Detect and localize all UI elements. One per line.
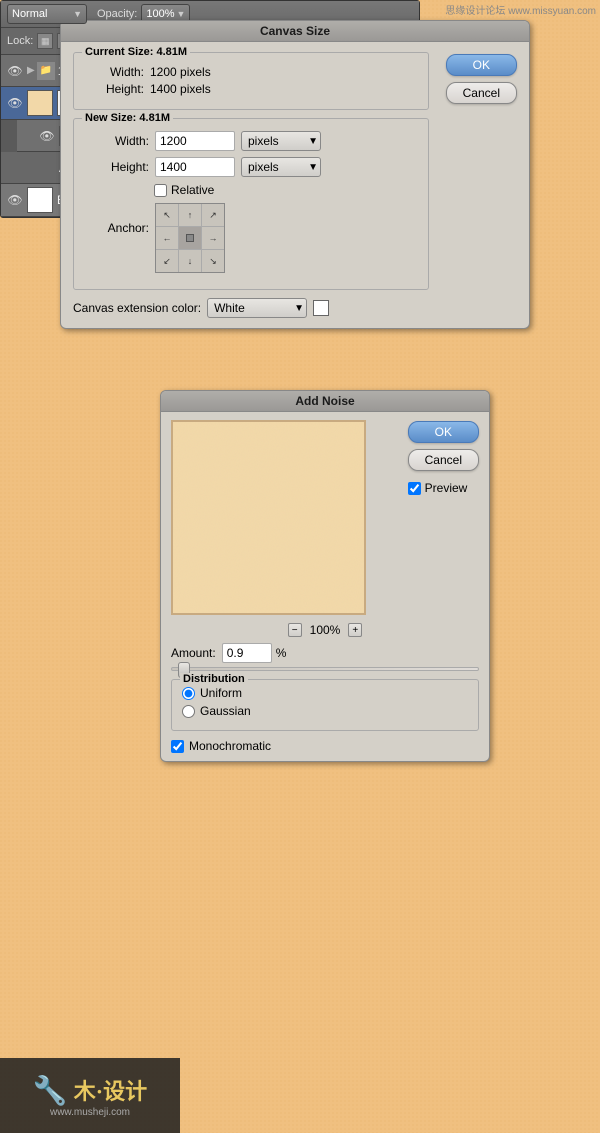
relative-checkbox[interactable] — [154, 184, 167, 197]
lock-transparent-icon[interactable]: ▦ — [37, 33, 53, 49]
anchor-container: Anchor: ↖ ↑ ↗ ← → ↙ ↓ ↘ — [84, 203, 418, 273]
noise-buttons: OK Cancel Preview — [408, 421, 479, 495]
extension-color-label: Canvas extension color: — [73, 301, 201, 315]
width-unit-select[interactable]: pixels ▼ — [241, 131, 321, 151]
logo-text-main: 木·设计 — [74, 1074, 147, 1106]
anchor-top-center[interactable]: ↑ — [179, 204, 201, 226]
layer-eye-background[interactable]: 👁 — [5, 93, 25, 113]
amount-row: Amount: % — [161, 643, 489, 663]
gaussian-label: Gaussian — [200, 704, 251, 718]
noise-preview-row: Preview — [408, 481, 479, 495]
layer-eye-smart-filters[interactable]: 👁 — [37, 126, 57, 146]
uniform-radio[interactable] — [182, 687, 195, 700]
canvas-ok-button[interactable]: OK — [446, 54, 517, 76]
blend-mode-arrow: ▼ — [73, 9, 82, 19]
noise-preview-checkbox[interactable] — [408, 482, 421, 495]
gaussian-row: Gaussian — [182, 704, 468, 718]
current-width-label: Width: — [84, 65, 144, 79]
zoom-bar: − 100% + — [161, 623, 489, 637]
noise-cancel-button[interactable]: Cancel — [408, 449, 479, 471]
zoom-percent: 100% — [310, 623, 341, 637]
canvas-size-title: Canvas Size — [61, 21, 529, 42]
layer-expand-arrow[interactable]: ▶ — [27, 65, 35, 76]
canvas-cancel-button[interactable]: Cancel — [446, 82, 517, 104]
anchor-center[interactable] — [179, 227, 201, 249]
anchor-bot-center[interactable]: ↓ — [179, 250, 201, 272]
current-width-value: 1200 pixels — [150, 65, 211, 79]
add-noise-title: Add Noise — [161, 391, 489, 412]
anchor-top-left[interactable]: ↖ — [156, 204, 178, 226]
noise-slider-container — [161, 667, 489, 671]
noise-slider-track[interactable] — [171, 667, 479, 671]
new-width-label: Width: — [84, 134, 149, 148]
monochromatic-checkbox[interactable] — [171, 740, 184, 753]
folder-icon: 📁 — [37, 62, 55, 80]
anchor-mid-right[interactable]: → — [202, 227, 224, 249]
logo-icon: 🔧 — [33, 1074, 68, 1107]
canvas-size-buttons: OK Cancel — [446, 54, 517, 104]
width-unit-label: pixels — [248, 134, 279, 148]
current-size-group: Current Size: 4.81M Width: 1200 pixels H… — [73, 52, 429, 110]
bottom-logo: 🔧 木·设计 www.musheji.com — [0, 1058, 180, 1133]
add-noise-dialog: Add Noise OK Cancel Preview − 100% + Amo… — [160, 390, 490, 762]
width-unit-arrow: ▼ — [308, 136, 318, 147]
new-size-group: New Size: 4.81M Width: pixels ▼ Height: … — [73, 118, 429, 290]
monochromatic-label: Monochromatic — [189, 739, 271, 753]
noise-preview-label: Preview — [425, 481, 468, 495]
extension-color-row: Canvas extension color: White ▼ — [73, 298, 429, 318]
opacity-label: Opacity: — [97, 8, 137, 20]
lock-label: Lock: — [7, 35, 33, 47]
gaussian-radio[interactable] — [182, 705, 195, 718]
extension-color-arrow: ▼ — [294, 303, 304, 314]
new-size-label: New Size: 4.81M — [82, 112, 173, 124]
layer-eye-group[interactable]: 👁 — [5, 61, 25, 81]
opacity-text: 100% — [146, 8, 174, 20]
anchor-top-right[interactable]: ↗ — [202, 204, 224, 226]
relative-row: Relative — [154, 183, 418, 197]
monochromatic-row: Monochromatic — [161, 739, 489, 761]
logo-text-sub: www.musheji.com — [50, 1107, 130, 1118]
noise-ok-button[interactable]: OK — [408, 421, 479, 443]
anchor-label: Anchor: — [84, 203, 149, 235]
canvas-size-dialog: Canvas Size Current Size: 4.81M Width: 1… — [60, 20, 530, 329]
amount-input[interactable] — [222, 643, 272, 663]
amount-label: Amount: — [171, 646, 216, 660]
distribution-group: Distribution Uniform Gaussian — [171, 679, 479, 731]
zoom-in-button[interactable]: + — [348, 623, 362, 637]
new-height-input[interactable] — [155, 157, 235, 177]
new-width-input[interactable] — [155, 131, 235, 151]
layer-eye-add-noise[interactable] — [37, 158, 57, 178]
amount-unit: % — [276, 646, 287, 660]
blend-mode-select[interactable]: Normal ▼ — [7, 4, 87, 24]
height-unit-arrow: ▼ — [308, 162, 318, 173]
extension-color-select[interactable]: White ▼ — [207, 298, 307, 318]
new-height-label: Height: — [84, 160, 149, 174]
opacity-arrow: ▼ — [177, 9, 186, 19]
height-unit-label: pixels — [248, 160, 279, 174]
blend-mode-value: Normal — [12, 8, 47, 20]
current-height-label: Height: — [84, 82, 144, 96]
anchor-bot-right[interactable]: ↘ — [202, 250, 224, 272]
uniform-label: Uniform — [200, 686, 242, 700]
anchor-bot-left[interactable]: ↙ — [156, 250, 178, 272]
extension-color-swatch[interactable] — [313, 300, 329, 316]
anchor-mid-left[interactable]: ← — [156, 227, 178, 249]
extension-color-value: White — [214, 301, 245, 315]
anchor-grid[interactable]: ↖ ↑ ↗ ← → ↙ ↓ ↘ — [155, 203, 225, 273]
uniform-row: Uniform — [182, 686, 468, 700]
relative-label: Relative — [171, 183, 214, 197]
watermark: 思缘设计论坛 www.missyuan.com — [445, 2, 596, 17]
layer-eye-base[interactable]: 👁 — [5, 190, 25, 210]
distribution-label: Distribution — [180, 673, 248, 685]
height-unit-select[interactable]: pixels ▼ — [241, 157, 321, 177]
layer-thumb-background — [27, 90, 53, 116]
current-height-value: 1400 pixels — [150, 82, 211, 96]
current-size-label: Current Size: 4.81M — [82, 46, 190, 58]
layer-thumb-base — [27, 187, 53, 213]
zoom-out-button[interactable]: − — [288, 623, 302, 637]
noise-preview-box — [171, 420, 366, 615]
